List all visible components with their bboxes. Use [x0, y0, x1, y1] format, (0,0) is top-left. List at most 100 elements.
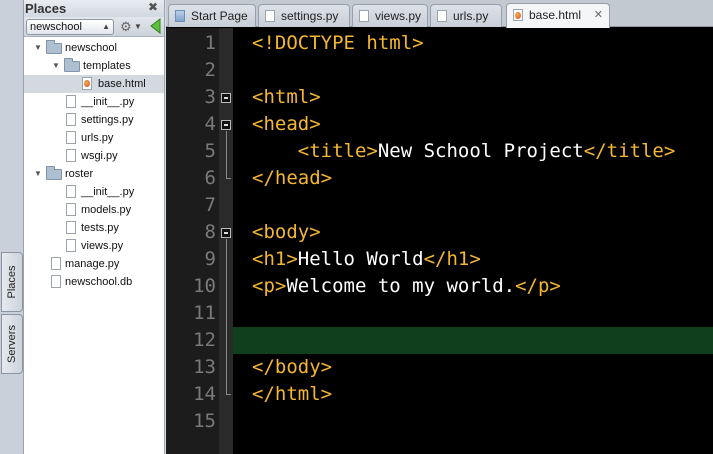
folder-icon — [64, 58, 80, 72]
fold-toggle-icon[interactable] — [221, 120, 231, 130]
code-line[interactable] — [233, 57, 713, 84]
editor-tab[interactable]: urls.py — [430, 4, 502, 27]
code-line[interactable]: <!DOCTYPE html> — [233, 30, 713, 57]
editor-tab[interactable]: settings.py — [258, 4, 350, 27]
tree-item[interactable]: base.html — [24, 75, 164, 93]
fold-guide-line — [226, 239, 227, 394]
editor-tab[interactable]: views.py — [352, 4, 428, 27]
tree-item[interactable]: urls.py — [24, 129, 164, 147]
html-tag: </p> — [515, 275, 561, 297]
code-line[interactable]: <p>Welcome to my world.</p> — [233, 273, 713, 300]
code-line[interactable]: </html> — [233, 381, 713, 408]
fold-toggle-icon[interactable] — [221, 228, 231, 238]
html-tag: </body> — [252, 356, 333, 378]
tree-item-label: templates — [83, 60, 131, 72]
file-icon — [359, 10, 369, 22]
tree-item[interactable]: views.py — [24, 237, 164, 255]
file-icon — [437, 10, 447, 22]
tree-item-label: settings.py — [81, 114, 134, 126]
close-icon[interactable]: ✕ — [594, 5, 603, 26]
html-file-icon — [513, 9, 523, 21]
side-tab-places[interactable]: Places — [1, 252, 23, 312]
code-line[interactable]: </body> — [233, 354, 713, 381]
html-tag: <p> — [252, 275, 287, 297]
project-select[interactable]: newschool ▲ — [26, 19, 114, 35]
editor-tab-label: views.py — [375, 9, 422, 23]
file-icon — [51, 257, 61, 270]
line-number: 9 — [204, 248, 216, 270]
disclosure-triangle-icon[interactable]: ▼ — [34, 39, 42, 57]
line-number: 10 — [193, 275, 216, 297]
editor-tab-label: settings.py — [281, 9, 339, 23]
fold-guide-line — [226, 131, 227, 178]
line-number: 14 — [193, 383, 216, 405]
file-icon — [66, 185, 76, 198]
file-icon — [66, 131, 76, 144]
sync-arrow-icon[interactable] — [149, 18, 161, 34]
gear-menu-chevron-icon[interactable]: ▼ — [134, 19, 142, 35]
line-number: 7 — [204, 194, 216, 216]
tree-item-label: wsgi.py — [81, 150, 118, 162]
fold-toggle-icon[interactable] — [221, 93, 231, 103]
line-number: 12 — [193, 329, 216, 351]
places-panel: Places ✖ newschool ▲ ⚙ ▼ ▼ newschool ▼ temp… — [24, 0, 165, 454]
side-tab-strip: Places Servers — [0, 0, 24, 454]
tree-item-label: manage.py — [65, 258, 120, 270]
file-icon — [66, 113, 76, 126]
side-tab-places-label: Places — [6, 265, 18, 299]
code-area[interactable]: <!DOCTYPE html> <html> <head> <title>New S… — [233, 28, 713, 454]
tree-item-label: base.html — [98, 78, 146, 90]
tree-item[interactable]: ▼ roster — [24, 165, 164, 183]
code-text: New School Project — [377, 140, 584, 162]
code-line[interactable] — [233, 192, 713, 219]
disclosure-triangle-icon[interactable]: ▼ — [34, 165, 42, 183]
tree-item[interactable]: manage.py — [24, 255, 164, 273]
tree-item[interactable]: settings.py — [24, 111, 164, 129]
tree-item[interactable]: newschool.db — [24, 273, 164, 291]
html-tag: </html> — [252, 383, 333, 405]
editor-tab[interactable]: Start Page — [168, 4, 256, 27]
close-icon[interactable]: ✖ — [148, 0, 158, 14]
tree-item[interactable]: __init__.py — [24, 183, 164, 201]
tree-item-label: newschool — [65, 42, 117, 54]
code-line[interactable]: <title>New School Project</title> — [233, 138, 713, 165]
tree-item[interactable]: ▼ templates — [24, 57, 164, 75]
code-text: Welcome to my world. — [286, 275, 516, 297]
tree-item[interactable]: wsgi.py — [24, 147, 164, 165]
line-number: 2 — [204, 59, 216, 81]
tree-item[interactable]: ▼ newschool — [24, 39, 164, 57]
code-line[interactable]: <body> — [233, 219, 713, 246]
html-tag: <!DOCTYPE html> — [252, 32, 424, 54]
code-line[interactable] — [233, 300, 713, 327]
line-number-gutter: 1 2 3 4 5 6 7 8 9 10 11 12 13 14 15 — [166, 28, 219, 454]
code-line[interactable] — [233, 408, 713, 435]
html-tag: <body> — [252, 221, 321, 243]
tree-item-label: models.py — [81, 204, 132, 216]
line-number: 11 — [193, 302, 216, 324]
tree-item-label: __init__.py — [81, 96, 135, 108]
html-tag: </title> — [583, 140, 676, 162]
html-tag: <h1> — [252, 248, 298, 270]
disclosure-triangle-icon[interactable]: ▼ — [52, 57, 60, 75]
places-title: Places — [25, 1, 67, 16]
code-line[interactable] — [233, 327, 713, 354]
code-line[interactable]: <head> — [233, 111, 713, 138]
places-toolbar: newschool ▲ ⚙ ▼ — [24, 17, 164, 37]
code-line[interactable]: <html> — [233, 84, 713, 111]
tree-item[interactable]: models.py — [24, 201, 164, 219]
tree-item-label: roster — [65, 168, 94, 180]
gear-icon[interactable]: ⚙ — [120, 19, 132, 35]
tree-item-label: __init__.py — [81, 186, 135, 198]
tree-item[interactable]: __init__.py — [24, 93, 164, 111]
editor-tab[interactable]: base.html ✕ — [506, 3, 610, 28]
tree-item-label: tests.py — [81, 222, 119, 234]
code-line[interactable]: <h1>Hello World</h1> — [233, 246, 713, 273]
folder-icon — [46, 40, 62, 54]
file-icon — [51, 275, 61, 288]
tree-item[interactable]: tests.py — [24, 219, 164, 237]
code-line[interactable]: </head> — [233, 165, 713, 192]
folder-icon — [46, 166, 62, 180]
side-tab-servers[interactable]: Servers — [1, 314, 23, 374]
line-number: 6 — [204, 167, 216, 189]
